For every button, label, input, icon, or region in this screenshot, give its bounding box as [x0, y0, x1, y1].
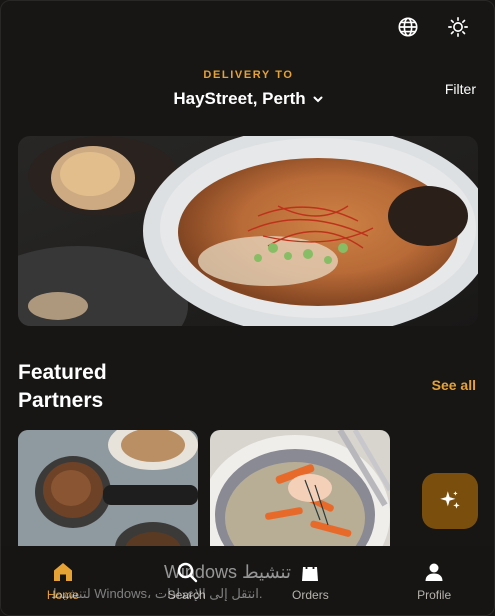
- bottom-navigation: Home Search Orders Profile: [1, 546, 494, 615]
- location-selector[interactable]: HayStreet, Perth: [173, 89, 323, 109]
- partner-card[interactable]: [18, 430, 198, 560]
- partner-card[interactable]: [210, 430, 390, 560]
- location-text: HayStreet, Perth: [173, 89, 306, 108]
- person-icon: [425, 563, 443, 581]
- coffee-image: [18, 430, 198, 560]
- home-icon: [53, 563, 72, 581]
- ai-assistant-button[interactable]: [422, 473, 478, 529]
- nav-label-orders: Orders: [292, 588, 329, 602]
- nav-label-search: Search: [167, 588, 206, 602]
- app-window: DELIVERY TO HayStreet, Perth Filter Feat…: [0, 0, 495, 616]
- rice-bowl-image: [210, 430, 390, 560]
- globe-icon[interactable]: [396, 15, 420, 39]
- sparkle-icon: [440, 491, 460, 509]
- nav-search[interactable]: Search: [142, 560, 232, 602]
- ramen-bowl-image: [18, 136, 478, 326]
- nav-label-home: Home: [46, 588, 79, 602]
- delivery-label: DELIVERY TO: [203, 69, 294, 81]
- see-all-link[interactable]: See all: [432, 377, 476, 393]
- bag-icon: [302, 561, 319, 581]
- chevron-down-icon: [313, 96, 323, 103]
- hero-image: [18, 136, 478, 326]
- nav-orders[interactable]: Orders: [265, 560, 355, 602]
- nav-profile[interactable]: Profile: [389, 560, 479, 602]
- sun-icon[interactable]: [446, 15, 470, 39]
- nav-home[interactable]: Home: [18, 560, 108, 602]
- search-icon: [177, 562, 197, 583]
- top-icons: [396, 15, 470, 39]
- nav-label-profile: Profile: [417, 588, 452, 602]
- filter-button[interactable]: Filter: [445, 81, 476, 97]
- featured-partners-title: Featured Partners: [18, 361, 107, 412]
- delivery-header: DELIVERY TO HayStreet, Perth: [1, 69, 494, 109]
